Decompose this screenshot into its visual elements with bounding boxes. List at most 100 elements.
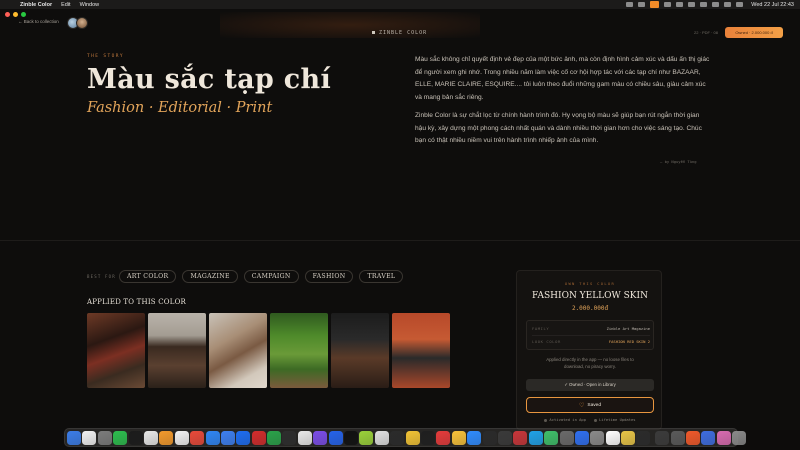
- product-title: FASHION YELLOW SKIN: [532, 291, 648, 301]
- keyboard-icon[interactable]: [688, 2, 696, 7]
- gallery-photo[interactable]: [270, 313, 328, 388]
- feature-list: Activated in App Lifetime Updates: [517, 417, 663, 422]
- dock-app-icon[interactable]: [467, 430, 482, 445]
- info-key: FAMILY: [532, 326, 550, 331]
- info-value: Zinble Art Magazine: [606, 326, 650, 331]
- dock-app-icon[interactable]: [97, 430, 112, 445]
- control-center-icon[interactable]: [736, 2, 744, 7]
- status-area: Wed 22 Jul 22:43: [626, 0, 794, 9]
- dock-app-icon[interactable]: [267, 430, 282, 445]
- story-paragraph: Màu sắc không chỉ quyết định vẻ đẹp của …: [415, 56, 710, 101]
- story-eyebrow: THE STORY: [87, 54, 124, 59]
- battery-icon[interactable]: [700, 2, 708, 7]
- dock-app-icon[interactable]: [621, 430, 636, 445]
- card-note: Applied directly in the app — no loose f…: [546, 357, 634, 369]
- section-divider: [0, 240, 800, 241]
- owned-status-button[interactable]: Owned · 2.000.000 đ: [725, 27, 783, 38]
- tag-travel[interactable]: TRAVEL: [359, 270, 404, 283]
- dock-app-icon[interactable]: [605, 430, 620, 445]
- dock-app-icon[interactable]: [655, 430, 670, 445]
- dock-app-icon[interactable]: [451, 430, 466, 445]
- dock-app-icon[interactable]: [344, 430, 359, 445]
- bluetooth-icon[interactable]: [626, 2, 634, 7]
- dock-app-icon[interactable]: [636, 430, 651, 445]
- dock-app-icon[interactable]: [128, 430, 143, 445]
- dock-app-icon[interactable]: [220, 430, 235, 445]
- minimize-window-icon[interactable]: [13, 12, 18, 17]
- dock-app-icon[interactable]: [205, 430, 220, 445]
- dock-app-icon[interactable]: [590, 430, 605, 445]
- menubar-clock[interactable]: Wed 22 Jul 22:43: [751, 2, 794, 8]
- story-subtitle: Fashion · Editorial · Print: [87, 100, 273, 116]
- search-icon[interactable]: [724, 2, 732, 7]
- dock-app-icon[interactable]: [236, 430, 251, 445]
- brand-name: ZINBLE COLOR: [379, 30, 428, 36]
- dock-app-icon[interactable]: [143, 430, 158, 445]
- open-in-library-button[interactable]: ✓ Owned · Open in Library: [526, 379, 654, 391]
- menu-edit[interactable]: Edit: [61, 2, 70, 8]
- dock-app-icon[interactable]: [420, 430, 435, 445]
- dock-app-icon[interactable]: [251, 430, 266, 445]
- tag-list: ART COLOR MAGAZINE CAMPAIGN FASHION TRAV…: [119, 270, 404, 283]
- gallery-photo[interactable]: [148, 313, 206, 388]
- dock-app-icon[interactable]: [282, 430, 297, 445]
- avatar[interactable]: [76, 17, 88, 29]
- dock-app-icon[interactable]: [190, 430, 205, 445]
- info-row-family: FAMILY Zinble Art Magazine: [532, 326, 650, 331]
- dock-app-icon[interactable]: [497, 430, 512, 445]
- gallery-photo[interactable]: [87, 313, 145, 388]
- tag-campaign[interactable]: CAMPAIGN: [243, 270, 299, 283]
- applied-gallery: [87, 313, 450, 388]
- dock-app-icon[interactable]: [528, 430, 543, 445]
- dock-app-icon[interactable]: [113, 430, 128, 445]
- cloud-icon[interactable]: [638, 2, 646, 7]
- tag-art-color[interactable]: ART COLOR: [119, 270, 177, 283]
- saved-button[interactable]: ♡ Saved: [526, 397, 654, 413]
- dock-app-icon[interactable]: [670, 430, 685, 445]
- menu-app-name[interactable]: Zinble Color: [20, 2, 52, 8]
- dock-app-icon[interactable]: [701, 430, 716, 445]
- tag-fashion[interactable]: FASHION: [304, 270, 354, 283]
- gallery-photo[interactable]: [392, 313, 450, 388]
- sound-icon[interactable]: [676, 2, 684, 7]
- dock-app-icon[interactable]: [359, 430, 374, 445]
- dock-app-icon[interactable]: [716, 430, 731, 445]
- info-row-look-color: LOOK COLOR FASHION RED SKIN 2: [532, 339, 650, 344]
- gallery-photo[interactable]: [331, 313, 389, 388]
- dock-app-icon[interactable]: [436, 430, 451, 445]
- dock-app-icon[interactable]: [374, 430, 389, 445]
- app-status-icon[interactable]: [650, 1, 660, 8]
- display-icon[interactable]: [664, 2, 672, 7]
- back-to-collection-link[interactable]: ← Back to collection: [18, 19, 59, 24]
- dock-app-icon[interactable]: [686, 430, 701, 445]
- dock-app-icon[interactable]: [559, 430, 574, 445]
- tag-magazine[interactable]: MAGAZINE: [182, 270, 238, 283]
- brand-logo: ZINBLE COLOR: [372, 30, 427, 36]
- dock-app-icon[interactable]: [482, 430, 497, 445]
- dock-app-icon[interactable]: [544, 430, 559, 445]
- dock-app-icon[interactable]: [328, 430, 343, 445]
- zoom-window-icon[interactable]: [21, 12, 26, 17]
- dock-app-icon[interactable]: [82, 430, 97, 445]
- bullet-icon: [594, 418, 597, 422]
- header-glow: [220, 12, 480, 38]
- dock-app-icon[interactable]: [513, 430, 528, 445]
- heart-icon: ♡: [579, 402, 585, 409]
- dock-app-icon[interactable]: [297, 430, 312, 445]
- dock-app-icon[interactable]: [313, 430, 328, 445]
- close-window-icon[interactable]: [5, 12, 10, 17]
- wifi-icon[interactable]: [712, 2, 720, 7]
- dock-app-icon[interactable]: [405, 430, 420, 445]
- story-body: Màu sắc không chỉ quyết định vẻ đẹp của …: [415, 54, 710, 154]
- story-paragraph: Zinble Color là sự chắt lọc từ chính hàn…: [415, 112, 702, 144]
- dock-app-icon[interactable]: [732, 430, 747, 445]
- dock-app-icon[interactable]: [174, 430, 189, 445]
- dock-app-icon[interactable]: [159, 430, 174, 445]
- gallery-photo[interactable]: [209, 313, 267, 388]
- dock-app-icon[interactable]: [390, 430, 405, 445]
- dock-app-icon[interactable]: [574, 430, 589, 445]
- info-value: FASHION RED SKIN 2: [608, 339, 650, 344]
- story-signature: — by Nguyễn Tùng: [660, 159, 697, 164]
- dock-app-icon[interactable]: [67, 430, 81, 445]
- menu-window[interactable]: Window: [80, 2, 100, 8]
